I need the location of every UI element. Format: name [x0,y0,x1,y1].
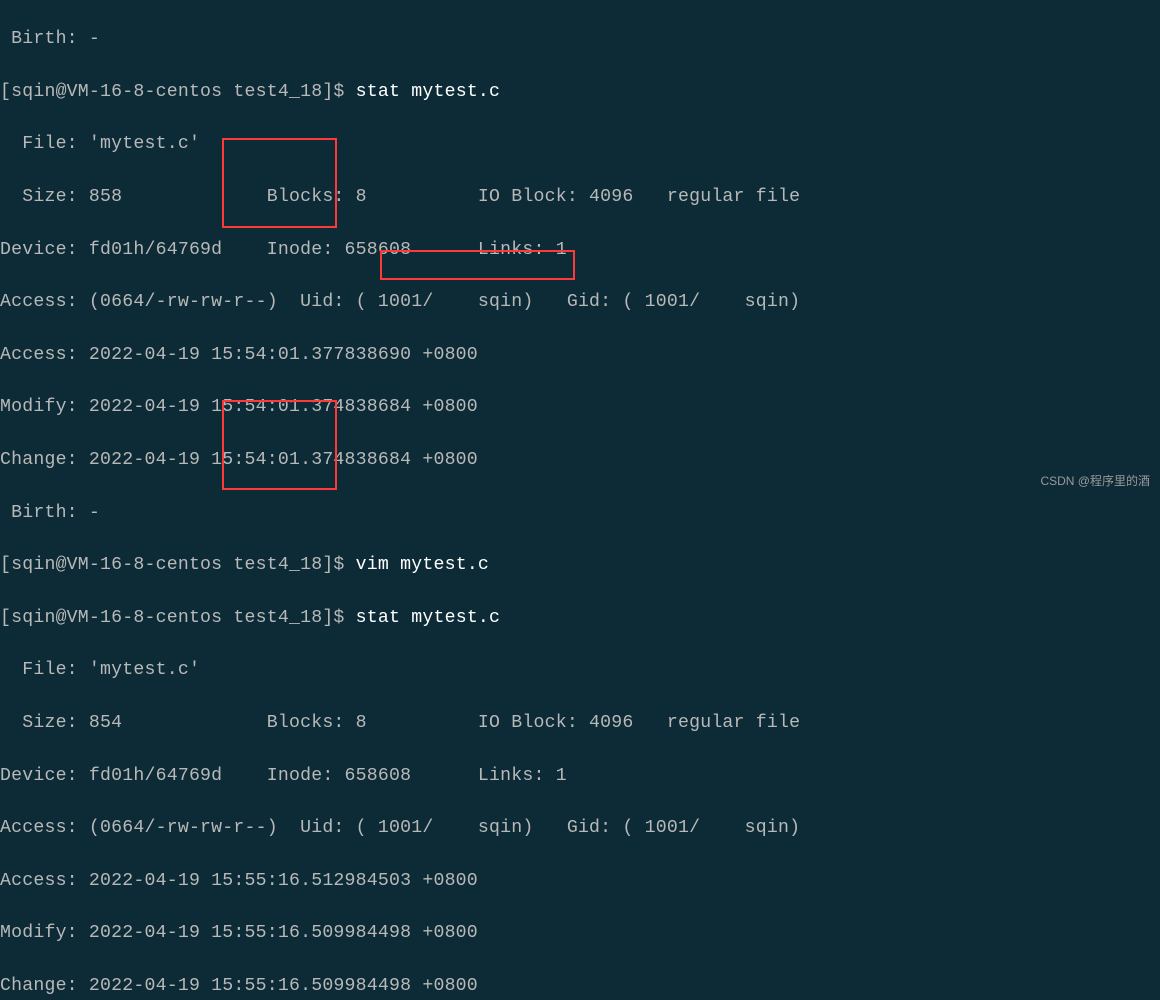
shell-prompt: [sqin@VM-16-8-centos test4_18]$ [0,608,356,628]
prompt-line-3: [sqin@VM-16-8-centos test4_18]$ stat myt… [0,605,1160,631]
shell-prompt: [sqin@VM-16-8-centos test4_18]$ [0,555,356,575]
csdn-watermark: CSDN @程序里的酒 [1040,468,1150,494]
stat-birth-line: Birth: - [0,26,1160,52]
command-text: vim mytest.c [356,555,489,575]
stat-change-time-line: Change: 2022-04-19 15:55:16.509984498 +0… [0,973,1160,999]
stat-access-time-line: Access: 2022-04-19 15:54:01.377838690 +0… [0,342,1160,368]
prompt-line-2: [sqin@VM-16-8-centos test4_18]$ vim myte… [0,552,1160,578]
stat-access-perm-line: Access: (0664/-rw-rw-r--) Uid: ( 1001/ s… [0,815,1160,841]
stat-access-perm-line: Access: (0664/-rw-rw-r--) Uid: ( 1001/ s… [0,289,1160,315]
command-text: stat mytest.c [356,82,501,102]
stat-file-line: File: 'mytest.c' [0,657,1160,683]
stat-modify-time-line: Modify: 2022-04-19 15:55:16.509984498 +0… [0,920,1160,946]
stat-modify-time-line: Modify: 2022-04-19 15:54:01.374838684 +0… [0,394,1160,420]
stat-device-line: Device: fd01h/64769d Inode: 658608 Links… [0,237,1160,263]
command-text: stat mytest.c [356,608,501,628]
stat-device-line: Device: fd01h/64769d Inode: 658608 Links… [0,763,1160,789]
stat-change-time-line: Change: 2022-04-19 15:54:01.374838684 +0… [0,447,1160,473]
stat-size-line: Size: 854 Blocks: 8 IO Block: 4096 regul… [0,710,1160,736]
stat-size-line: Size: 858 Blocks: 8 IO Block: 4096 regul… [0,184,1160,210]
stat-access-time-line: Access: 2022-04-19 15:55:16.512984503 +0… [0,868,1160,894]
shell-prompt: [sqin@VM-16-8-centos test4_18]$ [0,82,356,102]
terminal-output[interactable]: Birth: - [sqin@VM-16-8-centos test4_18]$… [0,0,1160,1000]
prompt-line-1: [sqin@VM-16-8-centos test4_18]$ stat myt… [0,79,1160,105]
stat-file-line: File: 'mytest.c' [0,131,1160,157]
stat-birth-line: Birth: - [0,500,1160,526]
